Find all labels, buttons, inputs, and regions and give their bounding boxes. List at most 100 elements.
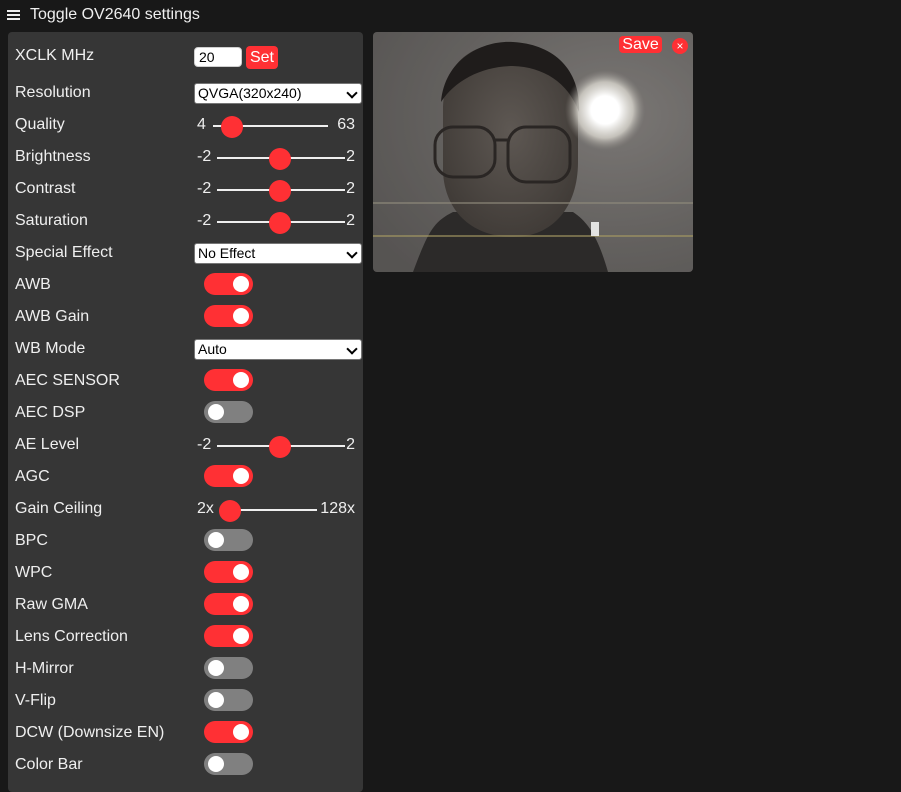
dcw-toggle[interactable] [204, 721, 253, 743]
aec-sensor-toggle[interactable] [204, 369, 253, 391]
lens-correction-toggle[interactable] [204, 625, 253, 647]
ae-level-group: -2 2 [187, 434, 355, 458]
settings-toggle-header[interactable]: Toggle OV2640 settings [7, 5, 200, 25]
vflip-label: V-Flip [15, 692, 56, 709]
close-stream-button[interactable]: × [672, 38, 688, 54]
awb-group [187, 273, 355, 298]
quality-slider-thumb[interactable] [221, 116, 243, 138]
chevron-down-icon [346, 343, 358, 355]
colorbar-toggle[interactable] [204, 753, 253, 775]
toggle-knob [233, 628, 249, 644]
contrast-slider-thumb[interactable] [269, 180, 291, 202]
special-effect-label: Special Effect [15, 244, 113, 261]
bpc-group [187, 529, 355, 554]
ae-level-min: -2 [197, 436, 212, 453]
special-effect-row: Special Effect No Effect [15, 242, 362, 266]
gain-ceiling-group: 2x 128x [187, 498, 355, 522]
colorbar-label: Color Bar [15, 756, 83, 773]
gain-ceiling-min: 2x [197, 500, 214, 517]
toggle-knob [233, 276, 249, 292]
colorbar-row: Color Bar [15, 753, 355, 778]
colorbar-group [187, 753, 355, 778]
hmirror-label: H-Mirror [15, 660, 74, 677]
brightness-slider-thumb[interactable] [269, 148, 291, 170]
wb-mode-select-value: Auto [198, 341, 227, 357]
save-still-button[interactable]: Save [619, 36, 662, 53]
quality-group: 4 63 [187, 114, 355, 138]
xclk-group: Set [187, 45, 355, 69]
aec-sensor-label: AEC SENSOR [15, 372, 120, 389]
saturation-min: -2 [197, 212, 212, 229]
saturation-slider-thumb[interactable] [269, 212, 291, 234]
settings-toggle-label[interactable]: Toggle OV2640 settings [30, 6, 200, 24]
aec-dsp-group [187, 401, 355, 426]
wpc-row: WPC [15, 561, 355, 586]
awb-gain-label: AWB Gain [15, 308, 90, 325]
toggle-knob [233, 372, 249, 388]
contrast-group: -2 2 [187, 178, 355, 202]
brightness-label: Brightness [15, 148, 91, 165]
resolution-select[interactable]: QVGA(320x240) [194, 83, 362, 104]
agc-group [187, 465, 355, 490]
toggle-knob [233, 724, 249, 740]
raw-gma-row: Raw GMA [15, 593, 355, 618]
vflip-toggle[interactable] [204, 689, 253, 711]
dcw-label: DCW (Downsize EN) [15, 724, 165, 741]
vflip-row: V-Flip [15, 689, 355, 714]
contrast-row: Contrast -2 2 [15, 178, 355, 202]
wb-mode-select[interactable]: Auto [194, 339, 362, 360]
resolution-row: Resolution QVGA(320x240) [15, 82, 362, 106]
lens-correction-label: Lens Correction [15, 628, 128, 645]
stream-container: Save × [373, 32, 693, 272]
bpc-toggle[interactable] [204, 529, 253, 551]
bpc-row: BPC [15, 529, 355, 554]
agc-toggle[interactable] [204, 465, 253, 487]
wb-mode-row: WB Mode Auto [15, 338, 362, 362]
toggle-knob [208, 532, 224, 548]
brightness-max: 2 [346, 148, 355, 165]
toggle-knob [208, 404, 224, 420]
lens-correction-group [187, 625, 355, 650]
wpc-toggle[interactable] [204, 561, 253, 583]
lens-correction-row: Lens Correction [15, 625, 355, 650]
agc-row: AGC [15, 465, 355, 490]
saturation-max: 2 [346, 212, 355, 229]
quality-min: 4 [197, 116, 206, 133]
ae-level-max: 2 [346, 436, 355, 453]
special-effect-select[interactable]: No Effect [194, 243, 362, 264]
toggle-knob [208, 756, 224, 772]
hmirror-group [187, 657, 355, 682]
raw-gma-label: Raw GMA [15, 596, 88, 613]
aec-dsp-toggle[interactable] [204, 401, 253, 423]
special-effect-group: No Effect [187, 242, 362, 266]
saturation-label: Saturation [15, 212, 88, 229]
awb-gain-row: AWB Gain [15, 305, 355, 330]
gain-ceiling-slider-thumb[interactable] [219, 500, 241, 522]
contrast-max: 2 [346, 180, 355, 197]
awb-gain-toggle[interactable] [204, 305, 253, 327]
toggle-knob [233, 596, 249, 612]
raw-gma-toggle[interactable] [204, 593, 253, 615]
toggle-knob [208, 660, 224, 676]
special-effect-select-value: No Effect [198, 245, 256, 261]
dcw-row: DCW (Downsize EN) [15, 721, 355, 746]
dcw-group [187, 721, 355, 746]
settings-panel: XCLK MHz Set Resolution QVGA(320x240) Qu… [8, 32, 363, 792]
xclk-input[interactable] [194, 47, 242, 67]
awb-row: AWB [15, 273, 355, 298]
ae-level-slider-thumb[interactable] [269, 436, 291, 458]
hamburger-menu-icon[interactable] [7, 10, 20, 20]
saturation-group: -2 2 [187, 210, 355, 234]
xclk-set-button[interactable]: Set [246, 46, 278, 69]
xclk-row: XCLK MHz Set [15, 45, 355, 69]
awb-toggle[interactable] [204, 273, 253, 295]
gain-ceiling-label: Gain Ceiling [15, 500, 103, 517]
aec-sensor-row: AEC SENSOR [15, 369, 355, 394]
agc-label: AGC [15, 468, 50, 485]
hmirror-toggle[interactable] [204, 657, 253, 679]
saturation-row: Saturation -2 2 [15, 210, 355, 234]
resolution-label: Resolution [15, 84, 91, 101]
ae-level-label: AE Level [15, 436, 80, 453]
awb-label: AWB [15, 276, 51, 293]
vflip-group [187, 689, 355, 714]
